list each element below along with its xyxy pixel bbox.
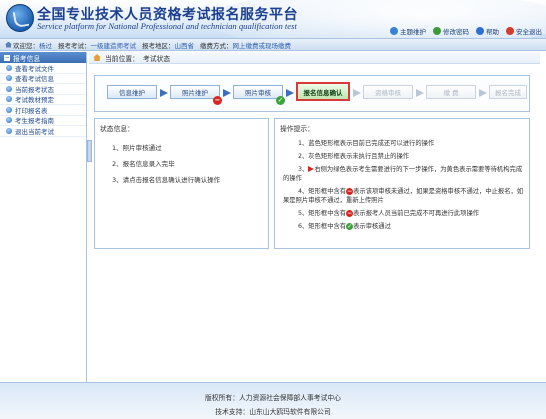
- breadcrumb-label: 当前位置：: [105, 54, 139, 63]
- check-icon: ✓: [276, 96, 285, 105]
- footer: 版权所有：人力资源社会保障部人事考试中心 技术支持：山东山大鸥玛软件有限公司: [0, 382, 546, 419]
- user-info-fee: 缴费方式：网上缴费或现场缴费: [200, 41, 291, 50]
- user-info-welcome: 欢迎您：杨过: [5, 40, 52, 50]
- footer-support: 技术支持：山东山大鸥玛软件有限公司: [215, 408, 331, 416]
- bullet-icon: [6, 117, 12, 124]
- theme-icon: [390, 27, 398, 35]
- theme-link[interactable]: 主题维护: [390, 26, 426, 36]
- main-content: 当前位置： 考试状态 信息维护 照片维护 − 照片审核 ✓ 报名信息确认 资格审…: [89, 52, 540, 382]
- status-line: 1、照片审核通过: [112, 144, 162, 152]
- site-subtitle: Service platform for National Profession…: [37, 21, 297, 31]
- sidebar-item-label: 考试教材预定: [15, 96, 54, 105]
- home-icon: [93, 54, 101, 61]
- logout-label: 安全退出: [516, 28, 542, 36]
- key-icon: [433, 27, 441, 35]
- tip-line: 果是照片审核不通过，重新上传照片: [283, 197, 384, 204]
- progress-steps: 信息维护 照片维护 − 照片审核 ✓ 报名信息确认 资格审核 缴 费 报名完成: [94, 75, 530, 112]
- logout-icon: [506, 27, 514, 35]
- step-complete: 报名完成: [489, 85, 527, 99]
- step-info-maintenance[interactable]: 信息维护: [107, 85, 157, 99]
- sidebar-heading[interactable]: − 报考信息: [0, 52, 86, 63]
- sidebar-item-label: 查看考试信息: [15, 75, 54, 84]
- tips-panel-title: 操作提示：: [280, 125, 314, 133]
- sidebar-item-guide[interactable]: 考生报考指南: [0, 116, 86, 126]
- logout-link[interactable]: 安全退出: [506, 26, 542, 36]
- tip-line: 5、矩形框中含有−表示报考人员当前已完成不可再进行此项操作: [298, 209, 480, 217]
- step-arrow: [286, 89, 294, 97]
- bullet-icon: [6, 106, 12, 113]
- user-info-bar: 欢迎您：杨过 报考考试：一级建造师考试 报考地区：山西省 缴费方式：网上缴费或现…: [0, 38, 546, 51]
- sidebar-item-label: 打印报名表: [15, 106, 48, 115]
- status-line: 2、报名信息录入完毕: [112, 160, 175, 168]
- theme-link-label: 主题维护: [400, 28, 426, 36]
- step-photo-maintenance[interactable]: 照片维护: [170, 85, 220, 99]
- header-banner: 全国专业技术人员资格考试报名服务平台 Service platform for …: [0, 0, 546, 38]
- breadcrumb-current: 考试状态: [142, 54, 171, 63]
- step-photo-review[interactable]: 照片审核: [233, 85, 283, 99]
- sidebar-item-label: 考生报考指南: [15, 117, 54, 126]
- sidebar: − 报考信息 查看考试文件 查看考试信息 当前报考状态 考试教材预定 打印报名表…: [0, 52, 87, 382]
- step-confirm-info[interactable]: 报名信息确认: [296, 82, 350, 101]
- error-icon: −: [213, 96, 222, 105]
- bullet-icon: [6, 75, 12, 82]
- user-icon: [5, 41, 12, 48]
- tip-line: 4、矩形框中含有−表示该项审核未通过，如果是资格审核不通过，中止报名，如: [298, 187, 524, 195]
- sidebar-item-current-status[interactable]: 当前报考状态: [0, 84, 86, 95]
- bullet-icon: [6, 96, 12, 103]
- platform-logo: [6, 4, 34, 32]
- step-arrow: [160, 89, 168, 97]
- tip-line: 2、灰色矩形框表示未执行且禁止的操作: [298, 153, 410, 160]
- step-arrow: [353, 89, 361, 97]
- tips-panel: 操作提示： 1、蓝色矩形框表示目前已完成还可以进行的操作 2、灰色矩形框表示未执…: [274, 118, 530, 249]
- help-icon: [476, 27, 484, 35]
- tip-line: 的操作: [283, 175, 302, 182]
- tip-line: 6、矩形框中含有✓表示审核通过: [298, 222, 391, 230]
- status-panel-title: 状态信息：: [100, 125, 134, 133]
- user-info-exam: 报考考试：一级建造师考试: [58, 41, 136, 50]
- bullet-icon: [6, 127, 12, 134]
- step-arrow: [416, 89, 424, 97]
- bullet-icon: [6, 85, 12, 92]
- user-info-area: 报考地区：山西省: [142, 41, 194, 50]
- sidebar-item-label: 退出当前考试: [15, 127, 54, 136]
- status-panel: 状态信息： 1、照片审核通过 2、报名信息录入完毕 3、请点击报名信息确认进行确…: [94, 118, 269, 249]
- sidebar-item-view-exam-info[interactable]: 查看考试信息: [0, 74, 86, 84]
- sidebar-item-label: 查看考试文件: [15, 64, 54, 73]
- step-payment: 缴 费: [426, 85, 476, 99]
- step-arrow: [223, 89, 231, 97]
- step-qualification-review: 资格审核: [363, 85, 413, 99]
- status-line: 3、请点击报名信息确认进行确认操作: [112, 176, 221, 184]
- change-password-label: 修改密码: [443, 28, 469, 36]
- tip-line: 3、 右侧为绿色表示考生需要进行的下一步操作，为黄色表示需要等待机构完成: [298, 166, 523, 173]
- sidebar-item-print-form[interactable]: 打印报名表: [0, 105, 86, 116]
- top-links: 主题维护 修改密码 帮助 安全退出: [390, 26, 542, 36]
- footer-copyright: 版权所有：人力资源社会保障部人事考试中心: [205, 394, 341, 402]
- step-arrow: [479, 89, 487, 97]
- change-password-link[interactable]: 修改密码: [433, 26, 469, 36]
- sidebar-heading-label: 报考信息: [13, 54, 41, 63]
- sidebar-item-exit-exam[interactable]: 退出当前考试: [0, 126, 86, 137]
- bullet-icon: [6, 64, 12, 71]
- tip-line: 1、蓝色矩形框表示目前已完成还可以进行的操作: [298, 140, 435, 147]
- sidebar-item-view-exam-files[interactable]: 查看考试文件: [0, 63, 86, 74]
- help-label: 帮助: [486, 28, 499, 36]
- sidebar-item-textbook-order[interactable]: 考试教材预定: [0, 95, 86, 105]
- collapse-icon: −: [4, 53, 10, 61]
- sidebar-item-label: 当前报考状态: [15, 85, 54, 94]
- breadcrumb: 当前位置： 考试状态: [89, 52, 540, 64]
- help-link[interactable]: 帮助: [476, 26, 499, 36]
